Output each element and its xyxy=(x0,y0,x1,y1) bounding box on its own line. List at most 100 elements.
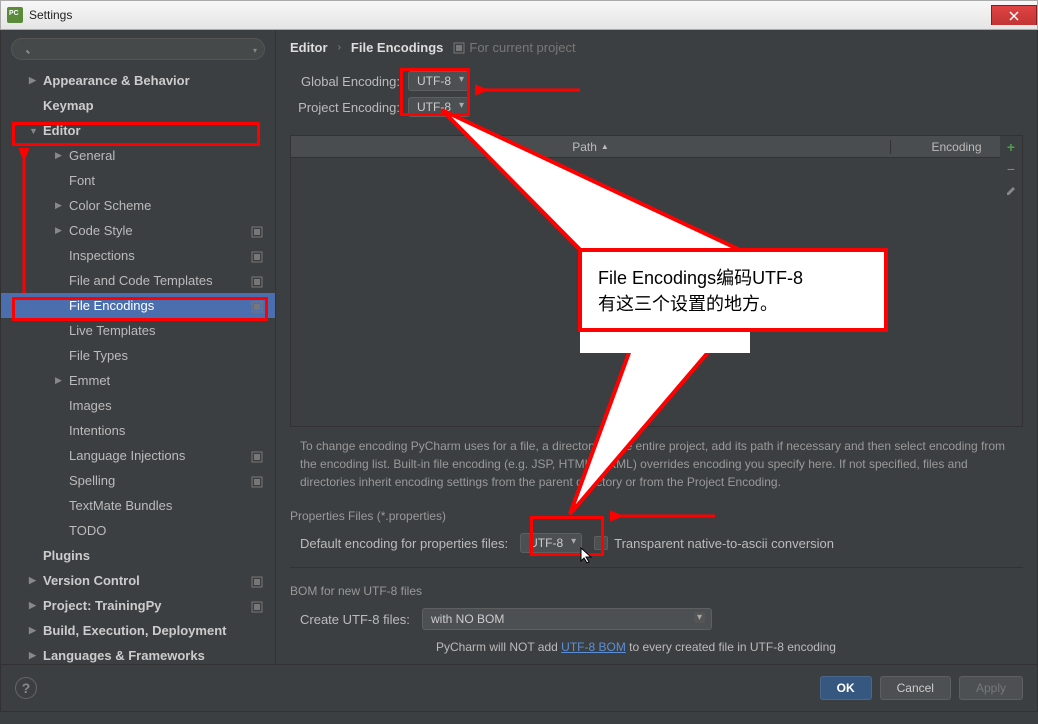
annotation-callout: File Encodings编码UTF-8 有这三个设置的地方。 xyxy=(578,248,888,332)
sidebar-item-file-and-code-templates[interactable]: File and Code Templates xyxy=(1,268,275,293)
cursor-icon xyxy=(580,547,594,568)
settings-tree[interactable]: Appearance & Behavior Keymap Editor General… xyxy=(1,68,275,664)
utf8-bom-link[interactable]: UTF-8 BOM xyxy=(561,640,626,654)
sidebar-item-label: TextMate Bundles xyxy=(69,498,172,513)
window-titlebar: Settings xyxy=(0,0,1038,30)
tree-arrow-icon xyxy=(29,75,39,86)
sidebar-item-label: File Types xyxy=(69,348,128,363)
search-input[interactable] xyxy=(11,38,265,60)
sidebar-item-languages-frameworks[interactable]: Languages & Frameworks xyxy=(1,643,275,664)
sidebar-item-label: Spelling xyxy=(69,473,115,488)
help-button[interactable]: ? xyxy=(15,677,37,699)
for-project-label: For current project xyxy=(469,40,575,55)
native-to-ascii-checkbox[interactable] xyxy=(594,536,608,550)
project-scope-icon xyxy=(251,276,263,288)
sidebar-item-general[interactable]: General xyxy=(1,143,275,168)
project-scope-icon xyxy=(251,476,263,488)
tree-arrow-icon xyxy=(55,225,65,236)
project-scope-icon xyxy=(251,226,263,238)
tree-arrow-icon xyxy=(29,575,39,586)
breadcrumb-current: File Encodings xyxy=(351,40,443,55)
chevron-right-icon: › xyxy=(338,42,341,53)
add-row-button[interactable]: + xyxy=(1000,136,1022,158)
tree-arrow-icon xyxy=(29,650,39,661)
sidebar-item-label: Intentions xyxy=(69,423,125,438)
apply-button[interactable]: Apply xyxy=(959,676,1023,700)
sidebar-item-editor[interactable]: Editor xyxy=(1,118,275,143)
sidebar-item-color-scheme[interactable]: Color Scheme xyxy=(1,193,275,218)
sidebar-item-label: Editor xyxy=(43,123,81,138)
sidebar-item-label: Plugins xyxy=(43,548,90,563)
sidebar-item-spelling[interactable]: Spelling xyxy=(1,468,275,493)
breadcrumb-root: Editor xyxy=(290,40,328,55)
sidebar-item-font[interactable]: Font xyxy=(1,168,275,193)
sidebar-item-label: Appearance & Behavior xyxy=(43,73,190,88)
settings-sidebar: ▾ Appearance & Behavior Keymap Editor Gener… xyxy=(1,30,276,664)
tree-arrow-icon xyxy=(29,126,39,136)
remove-row-button[interactable]: − xyxy=(1000,158,1022,180)
sidebar-item-label: Code Style xyxy=(69,223,133,238)
sidebar-item-label: File Encodings xyxy=(69,298,154,313)
ok-button[interactable]: OK xyxy=(820,676,872,700)
sidebar-item-label: Font xyxy=(69,173,95,188)
sidebar-item-label: General xyxy=(69,148,115,163)
sidebar-item-plugins[interactable]: Plugins xyxy=(1,543,275,568)
app-icon xyxy=(7,7,23,23)
bom-section-label: BOM for new UTF-8 files xyxy=(276,576,1037,602)
sidebar-item-label: Emmet xyxy=(69,373,110,388)
sidebar-item-label: Color Scheme xyxy=(69,198,151,213)
sidebar-item-label: Keymap xyxy=(43,98,94,113)
sidebar-item-label: Images xyxy=(69,398,112,413)
sidebar-item-textmate-bundles[interactable]: TextMate Bundles xyxy=(1,493,275,518)
sidebar-item-label: Live Templates xyxy=(69,323,155,338)
sidebar-item-label: Languages & Frameworks xyxy=(43,648,205,663)
sidebar-item-label: Project: TrainingPy xyxy=(43,598,161,613)
window-close-button[interactable] xyxy=(991,5,1037,25)
sidebar-item-file-types[interactable]: File Types xyxy=(1,343,275,368)
sidebar-item-code-style[interactable]: Code Style xyxy=(1,218,275,243)
tree-arrow-icon xyxy=(55,150,65,161)
sidebar-item-intentions[interactable]: Intentions xyxy=(1,418,275,443)
sidebar-item-label: Build, Execution, Deployment xyxy=(43,623,226,638)
sidebar-item-keymap[interactable]: Keymap xyxy=(1,93,275,118)
bom-note: PyCharm will NOT add UTF-8 BOM to every … xyxy=(276,636,1037,658)
cancel-button[interactable]: Cancel xyxy=(880,676,951,700)
sidebar-item-label: Version Control xyxy=(43,573,140,588)
sidebar-item-inspections[interactable]: Inspections xyxy=(1,243,275,268)
global-encoding-dropdown[interactable]: UTF-8 xyxy=(408,71,470,91)
dialog-button-bar: ? OK Cancel Apply xyxy=(0,664,1038,712)
sidebar-item-build-execution-deployment[interactable]: Build, Execution, Deployment xyxy=(1,618,275,643)
sidebar-item-label: Inspections xyxy=(69,248,135,263)
project-icon xyxy=(453,42,465,54)
sidebar-item-label: Language Injections xyxy=(69,448,185,463)
sidebar-item-live-templates[interactable]: Live Templates xyxy=(1,318,275,343)
sidebar-item-appearance-behavior[interactable]: Appearance & Behavior xyxy=(1,68,275,93)
sidebar-item-label: File and Code Templates xyxy=(69,273,213,288)
sidebar-item-todo[interactable]: TODO xyxy=(1,518,275,543)
default-props-encoding-label: Default encoding for properties files: xyxy=(300,536,508,551)
tree-arrow-icon xyxy=(55,375,65,386)
tree-arrow-icon xyxy=(29,625,39,636)
search-dropdown-icon[interactable]: ▾ xyxy=(253,46,257,55)
create-utf8-dropdown[interactable]: with NO BOM xyxy=(422,608,712,630)
edit-row-button[interactable] xyxy=(1000,180,1022,202)
project-scope-icon xyxy=(251,451,263,463)
sidebar-item-file-encodings[interactable]: File Encodings xyxy=(1,293,275,318)
project-encoding-label: Project Encoding: xyxy=(290,100,400,115)
tree-arrow-icon xyxy=(29,600,39,611)
window-title: Settings xyxy=(29,8,72,22)
project-scope-icon xyxy=(251,251,263,263)
tree-arrow-icon xyxy=(55,200,65,211)
project-scope-icon xyxy=(251,301,263,313)
sidebar-item-version-control[interactable]: Version Control xyxy=(1,568,275,593)
default-props-encoding-dropdown[interactable]: UTF-8 xyxy=(520,533,582,553)
global-encoding-label: Global Encoding: xyxy=(290,74,400,89)
sidebar-item-emmet[interactable]: Emmet xyxy=(1,368,275,393)
native-to-ascii-label: Transparent native-to-ascii conversion xyxy=(614,536,834,551)
sidebar-item-images[interactable]: Images xyxy=(1,393,275,418)
sidebar-item-project-trainingpy[interactable]: Project: TrainingPy xyxy=(1,593,275,618)
project-scope-icon xyxy=(251,576,263,588)
breadcrumb: Editor › File Encodings For current proj… xyxy=(276,30,1037,65)
sidebar-item-language-injections[interactable]: Language Injections xyxy=(1,443,275,468)
project-scope-icon xyxy=(251,601,263,613)
